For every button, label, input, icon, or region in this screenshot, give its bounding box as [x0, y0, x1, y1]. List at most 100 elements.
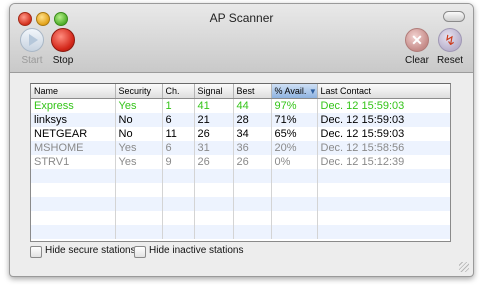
table-cell: 26 [233, 155, 272, 169]
table-cell: 44 [233, 98, 272, 113]
table-cell: Express [31, 98, 116, 113]
column-header-last-contact[interactable]: Last Contact [317, 84, 450, 99]
empty-table-row [31, 211, 450, 225]
table-cell: STRV1 [31, 155, 116, 169]
empty-table-row [31, 169, 450, 183]
empty-table-cell [162, 197, 195, 211]
empty-table-cell [31, 197, 116, 211]
empty-table-cell [271, 211, 318, 225]
empty-table-cell [31, 211, 116, 225]
empty-table-cell [194, 211, 234, 225]
table-cell: 21 [194, 113, 234, 127]
table-cell: Dec. 12 15:59:03 [317, 98, 450, 113]
column-header-channel[interactable]: Ch. [162, 84, 195, 99]
empty-table-cell [233, 183, 272, 197]
table-cell: 28 [233, 113, 272, 127]
empty-table-cell [233, 225, 272, 239]
hide-inactive-label: Hide inactive stations [149, 245, 244, 256]
empty-table-row [31, 183, 450, 197]
empty-table-cell [317, 211, 450, 225]
empty-table-cell [233, 211, 272, 225]
table-cell: Dec. 12 15:12:39 [317, 155, 450, 169]
hide-inactive-checkbox[interactable] [134, 246, 146, 258]
empty-table-cell [271, 225, 318, 239]
table-cell: Dec. 12 15:58:56 [317, 141, 450, 155]
table-cell: 26 [194, 155, 234, 169]
table-cell: 26 [194, 127, 234, 141]
table-cell: 65% [271, 127, 318, 141]
empty-table-cell [31, 169, 116, 183]
table-cell: 6 [162, 141, 195, 155]
ap-scanner-window: AP Scanner Start Stop ✕ Clear ↯ Reset Na… [9, 3, 474, 277]
table-cell: 20% [271, 141, 318, 155]
toolbar-toggle-button[interactable] [443, 11, 465, 22]
window-title: AP Scanner [209, 11, 274, 25]
empty-table-cell [115, 197, 163, 211]
table-cell: 97% [271, 98, 318, 113]
column-header-availability-label: % Avail. [274, 86, 307, 96]
empty-table-cell [194, 197, 234, 211]
table-row[interactable]: STRV1 Yes 9 26 26 0% Dec. 12 15:12:39 [31, 155, 450, 169]
column-header-availability[interactable]: % Avail. ▼ [271, 84, 318, 99]
table-cell: Yes [115, 155, 163, 169]
table-body: Express Yes 1 41 44 97% Dec. 12 15:59:03 linksy… [31, 98, 450, 239]
empty-table-cell [162, 225, 195, 239]
stations-table[interactable]: Name Security Ch. Signal Best % Avail. ▼… [30, 83, 451, 242]
table-cell: 6 [162, 113, 195, 127]
empty-table-cell [233, 169, 272, 183]
play-icon [20, 28, 44, 52]
hide-secure-checkbox[interactable] [30, 246, 42, 258]
table-cell: Yes [115, 141, 163, 155]
table-row[interactable]: Express Yes 1 41 44 97% Dec. 12 15:59:03 [31, 98, 450, 113]
empty-table-cell [31, 183, 116, 197]
table-cell: 0% [271, 155, 318, 169]
empty-table-cell [271, 183, 318, 197]
empty-table-cell [162, 169, 195, 183]
resize-grip[interactable] [459, 262, 469, 272]
empty-table-cell [31, 225, 116, 239]
column-header-security[interactable]: Security [115, 84, 163, 99]
empty-table-row [31, 225, 450, 239]
table-cell: 34 [233, 127, 272, 141]
empty-table-cell [317, 183, 450, 197]
reset-button[interactable]: ↯ Reset [432, 28, 468, 66]
column-header-best[interactable]: Best [233, 84, 272, 99]
empty-table-cell [115, 169, 163, 183]
empty-table-cell [317, 169, 450, 183]
empty-table-cell [115, 183, 163, 197]
table-header-row: Name Security Ch. Signal Best % Avail. ▼… [31, 84, 450, 99]
table-cell: 36 [233, 141, 272, 155]
empty-table-cell [115, 225, 163, 239]
empty-table-cell [194, 169, 234, 183]
empty-table-cell [194, 183, 234, 197]
empty-table-cell [271, 197, 318, 211]
table-row[interactable]: linksys No 6 21 28 71% Dec. 12 15:59:03 [31, 113, 450, 127]
empty-table-cell [162, 211, 195, 225]
table-cell: Dec. 12 15:59:03 [317, 127, 450, 141]
empty-table-cell [115, 211, 163, 225]
column-header-signal[interactable]: Signal [194, 84, 234, 99]
stop-button[interactable]: Stop [45, 28, 81, 66]
column-header-name[interactable]: Name [31, 84, 116, 99]
clear-button[interactable]: ✕ Clear [399, 28, 435, 66]
toolbar-titlebar: AP Scanner Start Stop ✕ Clear ↯ Reset [10, 4, 473, 73]
empty-table-cell [162, 183, 195, 197]
table-cell: linksys [31, 113, 116, 127]
table-row[interactable]: NETGEAR No 11 26 34 65% Dec. 12 15:59:03 [31, 127, 450, 141]
table-cell: Dec. 12 15:59:03 [317, 113, 450, 127]
empty-table-cell [317, 197, 450, 211]
table-cell: MSHOME [31, 141, 116, 155]
table-cell: 31 [194, 141, 234, 155]
empty-table-cell [271, 169, 318, 183]
table-cell: 11 [162, 127, 195, 141]
reset-icon: ↯ [438, 28, 462, 52]
empty-table-cell [233, 197, 272, 211]
empty-table-row [31, 197, 450, 211]
clear-label: Clear [405, 55, 429, 66]
table-cell: 1 [162, 98, 195, 113]
sort-descending-icon: ▼ [308, 87, 317, 96]
table-cell: 41 [194, 98, 234, 113]
table-cell: No [115, 113, 163, 127]
table-cell: No [115, 127, 163, 141]
table-row[interactable]: MSHOME Yes 6 31 36 20% Dec. 12 15:58:56 [31, 141, 450, 155]
